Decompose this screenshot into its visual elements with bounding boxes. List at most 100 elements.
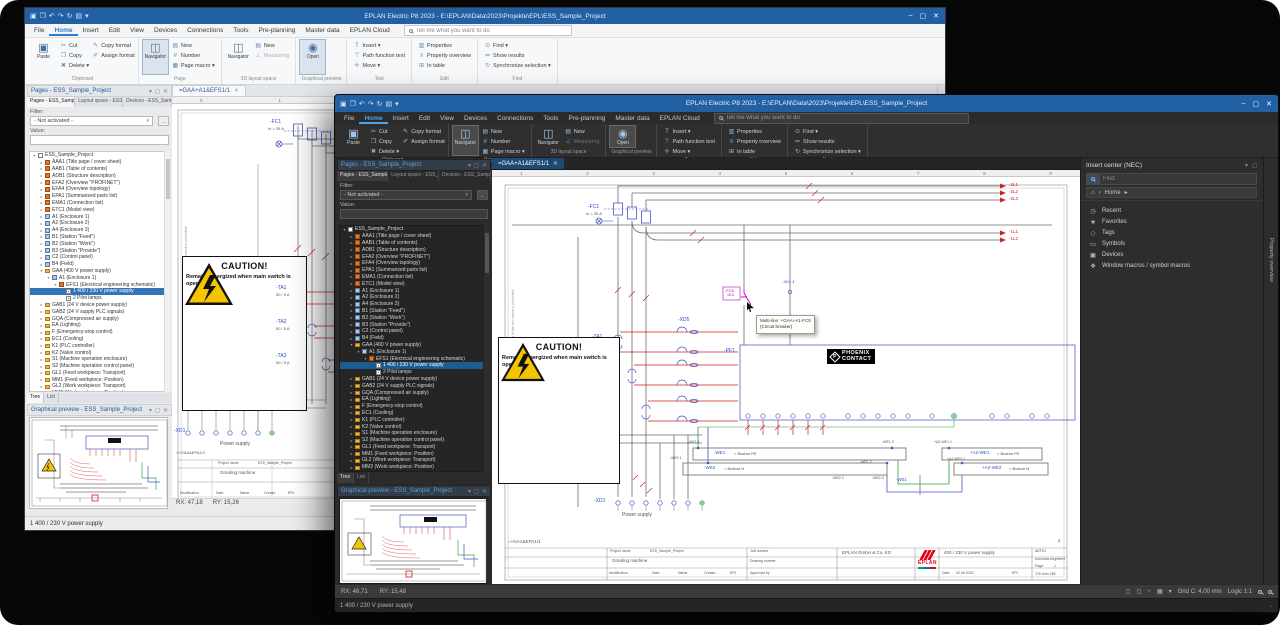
qat-icon[interactable]: ❐ [350, 100, 356, 108]
ribbon-button[interactable]: ❐Copy [60, 51, 89, 60]
insert-center-find-input[interactable] [1100, 176, 1256, 182]
tree-scrollbar[interactable] [164, 151, 170, 392]
tree-item[interactable]: ▸K2 (Valve control) [340, 423, 488, 430]
tree-expander[interactable]: ▸ [39, 255, 44, 260]
editor-tab[interactable]: =GAA+A1&EFS1/1✕ [172, 85, 246, 96]
window-button[interactable]: – [1242, 100, 1246, 108]
ribbon-button[interactable]: ≔Show results [484, 51, 551, 60]
tree-expander[interactable]: ▾ [39, 268, 44, 273]
ribbon-button[interactable]: ↻Synchronize selection ▾ [484, 61, 551, 70]
tree-list-tab[interactable]: List [44, 393, 59, 403]
ribbon-tab[interactable]: Insert [388, 113, 414, 124]
ribbon-button[interactable]: ▥Properties [728, 127, 781, 136]
tree-expander[interactable]: ▸ [39, 228, 44, 233]
tree-item[interactable]: ▸B1 (Station "Feed") [30, 234, 169, 241]
qat-icon[interactable]: ▾ [395, 100, 399, 108]
tree-expander[interactable]: ▸ [39, 364, 44, 369]
tree-item[interactable]: ▸MM2 (Work workpiece: Position) [340, 464, 488, 471]
tree-item[interactable]: 2 Pilot lamps [30, 295, 169, 302]
tree-item[interactable]: ▸GL2 (Work workpiece: Transport) [340, 457, 488, 464]
tree-item[interactable]: ▸A1 (Enclosure 1) [340, 287, 488, 294]
ribbon-button[interactable]: ▦Page macro ▾ [482, 147, 525, 156]
tree-expander[interactable]: ▸ [349, 315, 354, 320]
tree-expander[interactable]: ▾ [53, 282, 58, 287]
ribbon-button[interactable]: ✐Assign format [402, 137, 445, 146]
tree-expander[interactable]: ▸ [39, 173, 44, 178]
qat-icon[interactable]: ❐ [40, 12, 46, 20]
tree-expander[interactable]: ▸ [39, 336, 44, 341]
tree-item[interactable]: ▸AAA1 (Title page / cover sheet) [30, 159, 169, 166]
tree-item[interactable]: ▸GAB2 (24 V supply PLC signals) [30, 308, 169, 315]
ribbon-button[interactable]: ▥Properties [418, 41, 471, 50]
ribbon-button[interactable]: TInsert ▾ [663, 127, 715, 136]
title-bar[interactable]: ▣❐↶↷↻▤▾ EPLAN Electric P8 2023 - E:\EPLA… [335, 95, 1278, 112]
lock-icon[interactable]: ◻ [1125, 588, 1130, 595]
ribbon-big-button[interactable]: ◫Navigator [535, 125, 562, 148]
filter-browse-button[interactable]: ... [158, 116, 169, 126]
tree-item[interactable]: ▾ESS_Sample_Project [340, 226, 488, 233]
preview-panel-header[interactable]: Graphical preview - ESS_Sample_Project ▾… [337, 485, 491, 497]
tree-expander[interactable]: ▾ [32, 153, 37, 158]
tree-scrollbar[interactable] [483, 225, 489, 472]
insert-center-item[interactable]: ◇Tags [1081, 227, 1262, 238]
tree-list-tab[interactable]: Tree [27, 393, 44, 403]
tree-expander[interactable]: ▸ [39, 377, 44, 382]
tree-expander[interactable]: ▸ [349, 417, 354, 422]
insert-center-item[interactable]: ❖Window macros / symbol macros [1081, 260, 1262, 271]
tree-expander[interactable]: ▸ [349, 397, 354, 402]
tree-expander[interactable]: ▸ [349, 268, 354, 273]
tree-item[interactable]: ▸EFA2 (Overview "PROFINET") [340, 253, 488, 260]
tree-item[interactable]: 1 400 / 230 V power supply [30, 288, 169, 295]
tree-item[interactable]: ▸S1 (Machine operation enclosure) [30, 356, 169, 363]
tree-item[interactable]: ▸B3 (Station "Provide") [340, 321, 488, 328]
qat-icon[interactable]: ↻ [377, 100, 383, 108]
tree-item[interactable]: ▸GAB2 (24 V supply PLC signals) [340, 382, 488, 389]
chevron-down-icon[interactable]: ▾ [1245, 162, 1248, 169]
tree-expander[interactable]: ▸ [39, 350, 44, 355]
ribbon-button[interactable]: ✂Cut [60, 41, 89, 50]
tree-item[interactable]: ▸K2 (Valve control) [30, 349, 169, 356]
tree-item[interactable]: ▾GAA (400 V power supply) [340, 342, 488, 349]
tree-expander[interactable]: ▸ [349, 254, 354, 259]
tree-item[interactable]: ▸A4 (Enclosure 3) [340, 301, 488, 308]
pages-panel-header[interactable]: Pages - ESS_Sample_Project ▾◻✕ [27, 85, 172, 97]
tree-item[interactable]: ▸GL1 (Feed workpiece: Transport) [340, 444, 488, 451]
ribbon-big-button[interactable]: ◉Open [299, 39, 326, 75]
ribbon-button[interactable]: ⊙Find ▾ [794, 127, 861, 136]
window-button[interactable]: ✕ [933, 12, 939, 20]
ribbon-big-button[interactable]: ▣Paste [340, 125, 367, 156]
value-input[interactable] [30, 135, 169, 145]
filter-combo[interactable]: - Not activated -▾ [340, 190, 472, 200]
ribbon-button[interactable]: ✛Move ▾ [663, 147, 715, 156]
title-bar[interactable]: ▣❐↶↷↻▤▾ EPLAN Electric P8 2023 - E:\EPLA… [25, 8, 945, 24]
ribbon-button[interactable]: ✎Copy format [402, 127, 445, 136]
tree-item[interactable]: ▾EFS1 (Electrical engineering schematic) [340, 355, 488, 362]
panel-header-icon[interactable]: ✕ [482, 162, 487, 169]
tellme-search[interactable] [404, 25, 572, 36]
ribbon-tab[interactable]: File [29, 25, 49, 36]
ribbon-button[interactable]: ⊤Path function text [663, 137, 715, 146]
tree-expander[interactable]: ▸ [349, 295, 354, 300]
ribbon-button[interactable]: TInsert ▾ [353, 41, 405, 50]
tree-expander[interactable]: ▸ [39, 166, 44, 171]
tree-expander[interactable]: ▸ [39, 241, 44, 246]
tree-item[interactable]: 1 400 / 230 V power supply [340, 362, 488, 369]
tree-expander[interactable]: ▸ [39, 248, 44, 253]
tree-expander[interactable]: ▸ [349, 458, 354, 463]
tree-item[interactable]: ▸MM3 (Work workpiece: Position) [340, 471, 488, 472]
panel-header-icon[interactable]: ▾ [149, 407, 152, 414]
tree-item[interactable]: ▸ETC1 (Model view) [340, 280, 488, 287]
tree-expander[interactable]: ▸ [39, 194, 44, 199]
ribbon-button[interactable]: ⊞In table [418, 61, 471, 70]
panel-header-icon[interactable]: ◻ [155, 88, 160, 95]
ribbon-tab[interactable]: Home [49, 25, 77, 36]
tree-expander[interactable]: ▸ [39, 330, 44, 335]
tree-item[interactable]: ▸MM1 (Feed workpiece: Position) [30, 376, 169, 383]
insert-center-item[interactable]: ★Favorites [1081, 216, 1262, 227]
ribbon-button[interactable]: ✂Cut [370, 127, 399, 136]
tree-item[interactable]: ▸GAB1 (24 V device power supply) [30, 302, 169, 309]
tree-expander[interactable]: ▸ [39, 323, 44, 328]
ribbon-button[interactable]: ⊞In table [728, 147, 781, 156]
ribbon-button[interactable]: ≡Property overview [418, 51, 471, 60]
ribbon-button[interactable]: ❐Copy [370, 137, 399, 146]
